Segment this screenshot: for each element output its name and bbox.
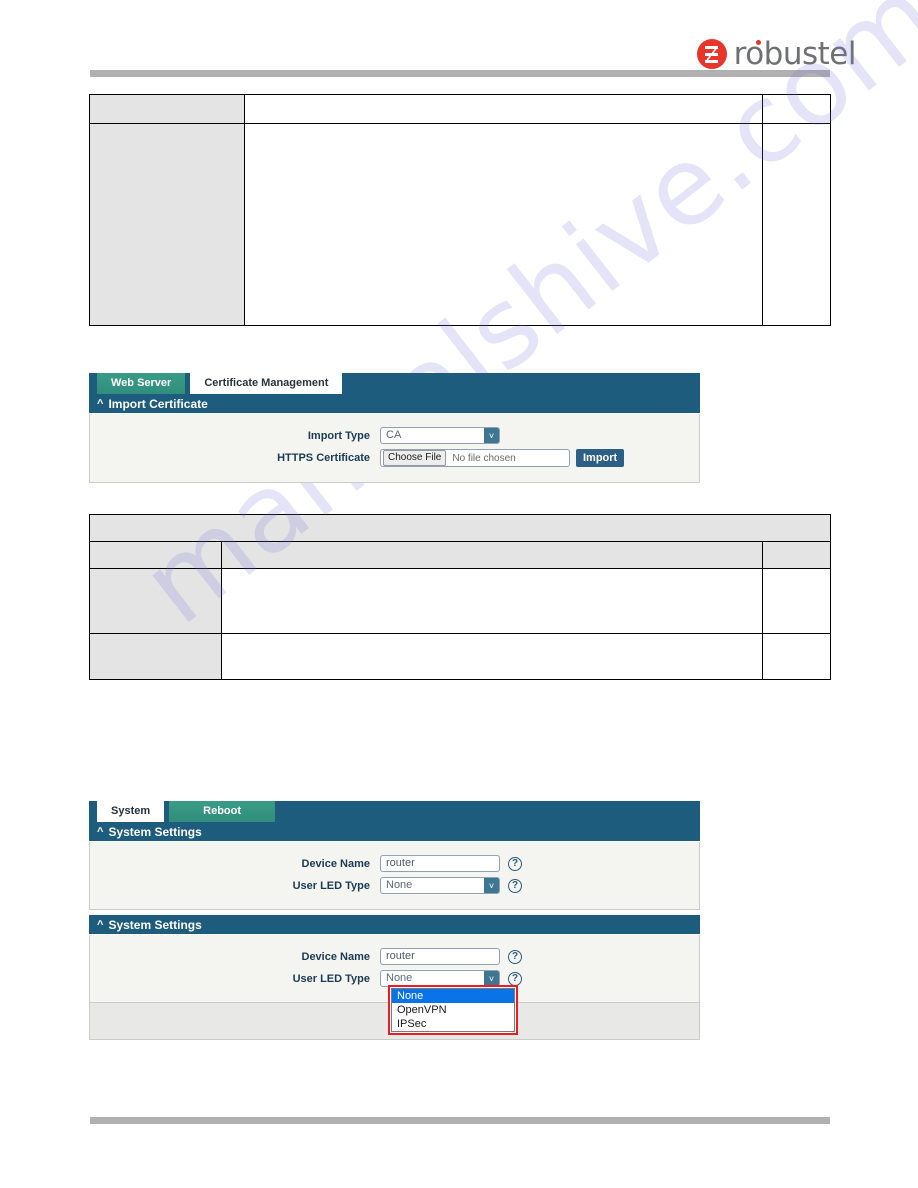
import-type-select[interactable]: CA ˅ [380,427,500,444]
import-button[interactable]: Import [576,449,625,467]
import-type-value: CA [386,429,402,441]
table-cell-label [89,633,222,680]
chevron-down-icon[interactable]: ˅ [484,971,499,986]
table-header-value [761,541,832,569]
table-caption [88,514,832,542]
table-row [89,568,832,634]
table-header-description [221,541,763,569]
tab-certificate-management-label: Certificate Management [204,377,329,389]
robustel-logo: robustel [696,36,857,72]
table-row [89,94,831,124]
tab-certificate-management[interactable]: Certificate Management [190,373,343,394]
import-type-row: Import Type CA ˅ [90,427,699,444]
table-cell-label [89,94,245,124]
question-mark-icon[interactable]: ? [508,856,522,871]
chevron-down-icon[interactable]: ˅ [484,878,499,893]
user-led-type-value: None [386,972,413,984]
device-name-row: Device Name ? [90,948,699,965]
tab-reboot[interactable]: Reboot [169,801,276,822]
tab-web-server[interactable]: Web Server [97,373,186,394]
table-cell-value [761,633,832,680]
header-divider [90,70,830,77]
chevron-up-icon: ^ [97,397,104,410]
brand-name: robustel [733,36,857,72]
system-tabbar: System Reboot [89,801,700,822]
dropdown-options-container: None OpenVPN IPSec [391,988,515,1032]
tab-reboot-label: Reboot [203,805,242,817]
tab-web-server-label: Web Server [111,377,172,389]
question-mark-icon[interactable]: ? [508,949,522,964]
https-certificate-row: HTTPS Certificate Choose File No file ch… [90,449,699,467]
https-certificate-file-input[interactable]: Choose File No file chosen [380,449,570,467]
https-certificate-label: HTTPS Certificate [277,452,370,464]
device-name-row: Device Name ? [90,855,699,872]
device-name-label: Device Name [301,950,371,963]
table-cell-label [89,568,222,634]
device-name-input[interactable] [380,855,500,872]
user-led-type-dropdown-list[interactable]: None OpenVPN IPSec [388,985,518,1035]
table-cell-description [221,633,763,680]
table-cell-label [89,123,245,326]
dropdown-option-none[interactable]: None [392,989,514,1003]
system-settings-header-one[interactable]: ^ System Settings [89,822,700,842]
user-led-type-label: User LED Type [292,972,370,985]
table-row [89,633,832,680]
certificate-tabbar: Web Server Certificate Management [89,373,700,394]
system-settings-panel-one: System Reboot ^ System Settings Device N… [89,801,700,910]
robustel-logo-icon [696,39,727,69]
user-led-type-select[interactable]: None ˅ [380,877,500,894]
choose-file-button[interactable]: Choose File [383,450,447,466]
table-header-row [89,541,832,569]
table-cell-description [244,123,763,326]
question-mark-icon[interactable]: ? [508,971,522,986]
dropdown-option-openvpn[interactable]: OpenVPN [392,1003,514,1017]
user-led-type-label: User LED Type [292,879,370,892]
parameter-table-two [88,514,832,680]
file-status-text: No file chosen [452,452,516,464]
table-cell-description [244,94,763,124]
tab-system-label: System [111,805,151,817]
brand-name-text: robustel [733,36,857,72]
dropdown-option-ipsec[interactable]: IPSec [392,1017,514,1031]
import-certificate-title: Import Certificate [108,396,208,411]
table-cell-value [762,123,831,326]
chevron-up-icon: ^ [97,918,104,931]
table-caption-row [88,514,832,542]
chevron-up-icon: ^ [97,825,104,838]
table-cell-value [762,94,831,124]
device-name-input[interactable] [380,948,500,965]
system-settings-title-one: System Settings [108,824,202,839]
device-name-label: Device Name [301,857,371,870]
tab-system[interactable]: System [97,801,165,822]
parameter-table-one [89,94,831,326]
system-settings-body-one: Device Name ? User LED Type None ˅ ? [89,842,700,910]
question-mark-icon[interactable]: ? [508,878,522,893]
system-settings-header-two[interactable]: ^ System Settings [89,915,700,935]
page-header: robustel [0,0,918,80]
import-certificate-body: Import Type CA ˅ HTTPS Certificate Choos… [89,414,700,483]
table-cell-description [221,568,763,634]
system-settings-title-two: System Settings [108,917,202,932]
user-led-type-value: None [386,879,413,891]
table-header-label [89,541,222,569]
chevron-down-icon[interactable]: ˅ [484,428,499,443]
footer-divider [90,1117,830,1124]
table-row [89,123,831,326]
table-cell-value [761,568,832,634]
import-type-label: Import Type [307,429,370,442]
user-led-type-row: User LED Type None ˅ ? [90,877,699,894]
brand-accent-dot [755,40,761,45]
import-certificate-header[interactable]: ^ Import Certificate [89,394,700,414]
certificate-management-panel: Web Server Certificate Management ^ Impo… [89,373,700,483]
